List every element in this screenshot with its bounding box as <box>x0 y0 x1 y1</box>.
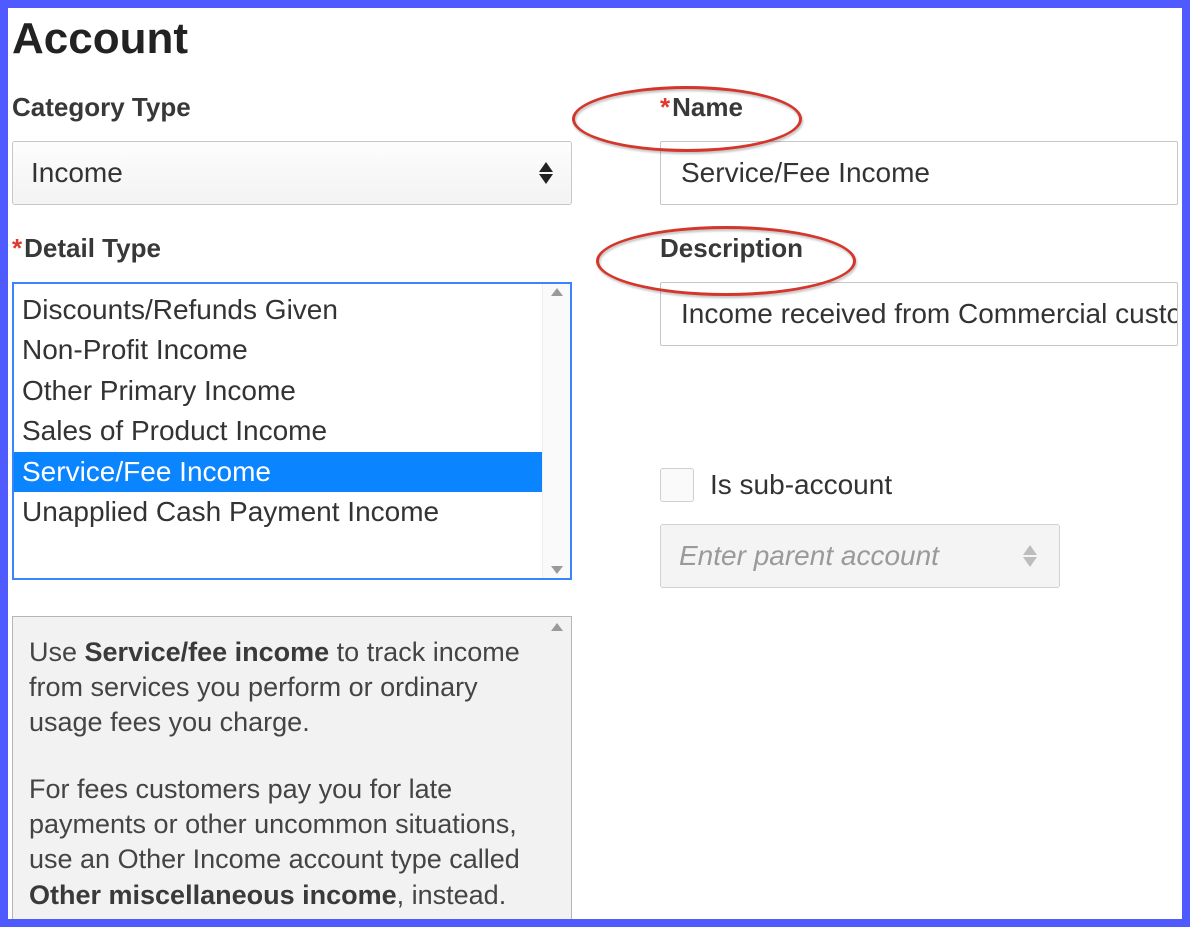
detail-type-listbox[interactable]: Discounts/Refunds GivenNon-Profit Income… <box>12 282 572 580</box>
scroll-up-icon <box>551 623 563 631</box>
parent-account-select[interactable]: Enter parent account <box>660 524 1060 588</box>
description-input[interactable]: Income received from Commercial custo <box>660 282 1178 346</box>
sort-icon <box>1023 545 1037 567</box>
scroll-down-icon <box>551 566 563 574</box>
list-item[interactable]: Sales of Product Income <box>14 411 542 451</box>
list-item[interactable]: Discounts/Refunds Given <box>14 290 542 330</box>
category-type-value: Income <box>31 157 123 189</box>
list-item[interactable]: Non-Profit Income <box>14 330 542 370</box>
page-title: Account <box>12 14 1182 64</box>
required-star-icon: * <box>660 92 670 122</box>
list-item[interactable]: Other Primary Income <box>14 371 542 411</box>
is-sub-account-label: Is sub-account <box>710 469 892 501</box>
is-sub-account-checkbox[interactable] <box>660 468 694 502</box>
required-star-icon: * <box>12 233 22 263</box>
sort-icon <box>539 162 553 184</box>
parent-account-placeholder: Enter parent account <box>679 540 939 572</box>
detail-type-label: *Detail Type <box>12 233 572 264</box>
list-item[interactable]: Unapplied Cash Payment Income <box>14 492 542 532</box>
name-input[interactable]: Service/Fee Income <box>660 141 1178 205</box>
name-label: *Name <box>660 92 1178 123</box>
scrollbar[interactable] <box>542 284 570 578</box>
scroll-up-icon <box>551 288 563 296</box>
account-dialog: Account Category Type Income *Detail Typ… <box>0 0 1190 927</box>
description-label: Description <box>660 233 1178 264</box>
category-type-select[interactable]: Income <box>12 141 572 205</box>
list-item[interactable]: Service/Fee Income <box>14 452 542 492</box>
category-type-label: Category Type <box>12 92 572 123</box>
scrollbar[interactable] <box>547 623 567 919</box>
detail-type-help: Use Service/fee income to track income f… <box>12 616 572 926</box>
